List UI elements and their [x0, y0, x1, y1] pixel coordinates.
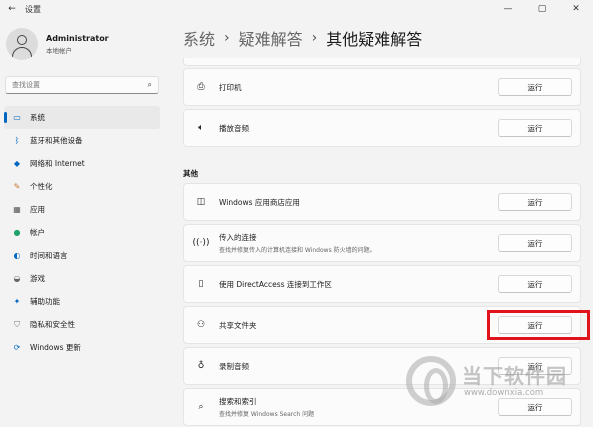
- incoming-connection-icon: ((·)): [192, 238, 210, 248]
- accounts-icon: ●: [13, 228, 21, 237]
- troubleshooter-store-apps: ◫ Windows 应用商店应用 运行: [183, 183, 581, 221]
- troubleshooter-description: 查找并修复 Windows Search 问题: [219, 411, 315, 418]
- personalization-icon: ✎: [13, 182, 21, 191]
- microphone-icon: ♁: [197, 361, 205, 371]
- sidebar-item-label: 系统: [30, 113, 45, 122]
- privacy-icon: ⛉: [14, 319, 20, 329]
- run-audio-button[interactable]: 运行: [498, 119, 572, 137]
- maximize-button[interactable]: ▢: [525, 0, 559, 18]
- sidebar-item-apps[interactable]: ▦ 应用: [4, 198, 160, 221]
- time-language-icon: ◐: [13, 251, 21, 260]
- list-item: [183, 58, 581, 66]
- window-title: 设置: [25, 4, 41, 14]
- title-bar: ← 设置 — ▢ ✕: [0, 0, 593, 18]
- phone-icon: ▯: [198, 279, 204, 289]
- sidebar-item-label: 网络和 Internet: [30, 159, 85, 168]
- run-incoming-button[interactable]: 运行: [498, 234, 572, 252]
- sidebar-item-label: 隐私和安全性: [30, 320, 75, 329]
- avatar: [6, 28, 38, 60]
- sidebar-item-accounts[interactable]: ● 帐户: [4, 221, 160, 244]
- sidebar-item-privacy[interactable]: ⛉ 隐私和安全性: [4, 313, 160, 336]
- troubleshooter-label: 搜索和索引: [219, 397, 257, 406]
- system-icon: ▭: [13, 113, 21, 122]
- troubleshooter-description: 查找并修复传入的计算机连接和 Windows 防火墙的问题。: [219, 247, 376, 254]
- sidebar-item-bluetooth[interactable]: ᛒ 蓝牙和其他设备: [4, 129, 160, 152]
- page-title: 其他疑难解答: [326, 30, 423, 49]
- apps-icon: ▦: [13, 205, 21, 214]
- section-heading-other: 其他: [183, 169, 198, 178]
- minimize-button[interactable]: —: [491, 0, 525, 18]
- sidebar-item-personalization[interactable]: ✎ 个性化: [4, 175, 160, 198]
- chevron-right-icon: ›: [311, 30, 318, 46]
- sidebar-item-label: 时间和语言: [30, 251, 68, 260]
- window-controls: — ▢ ✕: [491, 0, 593, 18]
- troubleshooter-printer: ⎙ 打印机 运行: [183, 68, 581, 106]
- troubleshooter-label: 共享文件夹: [219, 320, 257, 330]
- troubleshooter-audio: 🔈︎ 播放音频 运行: [183, 109, 581, 147]
- troubleshooter-directaccess: ▯ 使用 DirectAccess 连接到工作区 运行: [183, 265, 581, 303]
- watermark-url: www.downxia.com: [464, 388, 544, 398]
- sidebar-item-label: 个性化: [30, 182, 53, 191]
- network-icon: ◆: [13, 159, 21, 168]
- run-store-apps-button[interactable]: 运行: [498, 193, 572, 211]
- breadcrumb-item-troubleshoot[interactable]: 疑难解答: [239, 26, 303, 50]
- sidebar-item-network[interactable]: ◆ 网络和 Internet: [4, 152, 160, 175]
- search-icon: ⌕: [198, 402, 204, 412]
- run-directaccess-button[interactable]: 运行: [498, 275, 572, 293]
- run-printer-button[interactable]: 运行: [498, 78, 572, 96]
- troubleshooter-label: Windows 应用商店应用: [219, 197, 300, 207]
- troubleshooter-label: 录制音频: [219, 361, 249, 371]
- printer-icon: ⎙: [197, 82, 205, 92]
- breadcrumb-item-system[interactable]: 系统: [183, 26, 215, 50]
- highlight-box: [487, 310, 590, 340]
- watermark: 当下软件园 www.downxia.com: [406, 356, 586, 422]
- sidebar-item-windows-update[interactable]: ⟳ Windows 更新: [4, 336, 160, 359]
- close-button[interactable]: ✕: [559, 0, 593, 18]
- shared-folder-icon: ⚇: [196, 320, 206, 330]
- accessibility-icon: ✦: [13, 297, 21, 306]
- sidebar-item-label: 辅助功能: [30, 297, 60, 306]
- troubleshooter-label: 使用 DirectAccess 连接到工作区: [219, 279, 332, 289]
- user-icon: [17, 35, 27, 45]
- sidebar-item-time-language[interactable]: ◐ 时间和语言: [4, 244, 160, 267]
- troubleshooter-label: 播放音频: [219, 123, 249, 133]
- windows-update-icon: ⟳: [13, 343, 21, 352]
- breadcrumb: 系统 › 疑难解答 › 其他疑难解答: [183, 26, 422, 50]
- sidebar-item-accessibility[interactable]: ✦ 辅助功能: [4, 290, 160, 313]
- search-box[interactable]: ⌕: [5, 76, 159, 94]
- sidebar-item-label: 游戏: [30, 274, 45, 283]
- sidebar-item-label: 应用: [30, 205, 45, 214]
- sidebar-nav: ▭ 系统 ᛒ 蓝牙和其他设备 ◆ 网络和 Internet ✎ 个性化 ▦ 应用…: [4, 106, 160, 359]
- sidebar-item-label: 帐户: [30, 228, 45, 237]
- sidebar-item-label: 蓝牙和其他设备: [30, 136, 83, 145]
- chevron-right-icon: ›: [224, 30, 230, 46]
- troubleshooter-incoming-connections: ((·)) 传入的连接 查找并修复传入的计算机连接和 Windows 防火墙的问…: [183, 224, 581, 262]
- back-arrow-icon[interactable]: ←: [3, 0, 21, 18]
- sidebar-item-system[interactable]: ▭ 系统: [4, 106, 160, 129]
- speaker-icon: 🔈︎: [198, 123, 204, 133]
- sidebar: Administrator 本地帐户 ⌕ ▭ 系统 ᛒ 蓝牙和其他设备 ◆ 网络…: [0, 18, 168, 427]
- watermark-logo-icon: [406, 356, 456, 406]
- watermark-text: 当下软件园: [462, 364, 567, 388]
- troubleshooter-label: 传入的连接: [219, 233, 257, 242]
- sidebar-item-label: Windows 更新: [30, 343, 81, 352]
- search-icon[interactable]: ⌕: [148, 80, 152, 90]
- search-input[interactable]: [12, 81, 148, 89]
- gaming-icon: ◒: [13, 274, 21, 283]
- bluetooth-icon: ᛒ: [14, 136, 20, 145]
- sidebar-item-gaming[interactable]: ◒ 游戏: [4, 267, 160, 290]
- profile-name: Administrator: [46, 33, 109, 43]
- profile-account-type: 本地帐户: [46, 46, 72, 55]
- troubleshooter-label: 打印机: [219, 82, 242, 92]
- user-profile[interactable]: Administrator 本地帐户: [6, 28, 109, 60]
- store-app-icon: ◫: [196, 197, 206, 207]
